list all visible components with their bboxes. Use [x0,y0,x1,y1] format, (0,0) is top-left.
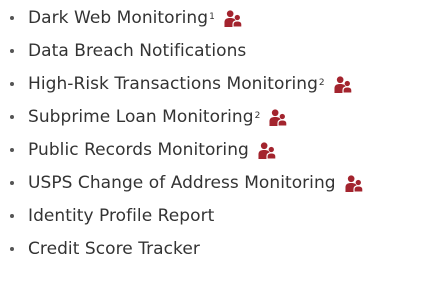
feature-label: USPS Change of Address Monitoring [28,173,336,193]
feature-label: Public Records Monitoring [28,140,249,160]
list-item: Data Breach Notifications [10,38,246,64]
bullet [10,16,14,20]
footnote-marker: 1 [209,12,215,22]
list-item: High-Risk Transactions Monitoring 2 [10,71,353,97]
list-item: USPS Change of Address Monitoring [10,170,364,196]
bullet [10,247,14,251]
bullet [10,49,14,53]
list-item: Credit Score Tracker [10,236,200,262]
list-item: Subprime Loan Monitoring 2 [10,104,288,130]
list-item: Public Records Monitoring [10,137,277,163]
bullet [10,148,14,152]
feature-label: Credit Score Tracker [28,239,200,259]
family-icon [258,141,277,160]
bullet [10,181,14,185]
feature-label: High-Risk Transactions Monitoring [28,74,318,94]
family-icon [345,174,364,193]
feature-label: Dark Web Monitoring [28,8,209,28]
list-item: Identity Profile Report [10,203,214,229]
feature-list: Dark Web Monitoring 1 Data Breach Notifi… [0,0,423,304]
feature-label: Subprime Loan Monitoring [28,107,254,127]
family-icon [334,75,353,94]
family-icon [269,108,288,127]
footnote-marker: 2 [318,78,325,88]
bullet [10,214,14,218]
family-icon [224,9,243,28]
feature-label: Identity Profile Report [28,206,215,226]
bullet [10,115,14,119]
bullet [10,82,14,86]
footnote-marker: 2 [254,111,261,121]
list-item: Dark Web Monitoring 1 [10,5,243,31]
feature-label: Data Breach Notifications [28,41,247,61]
